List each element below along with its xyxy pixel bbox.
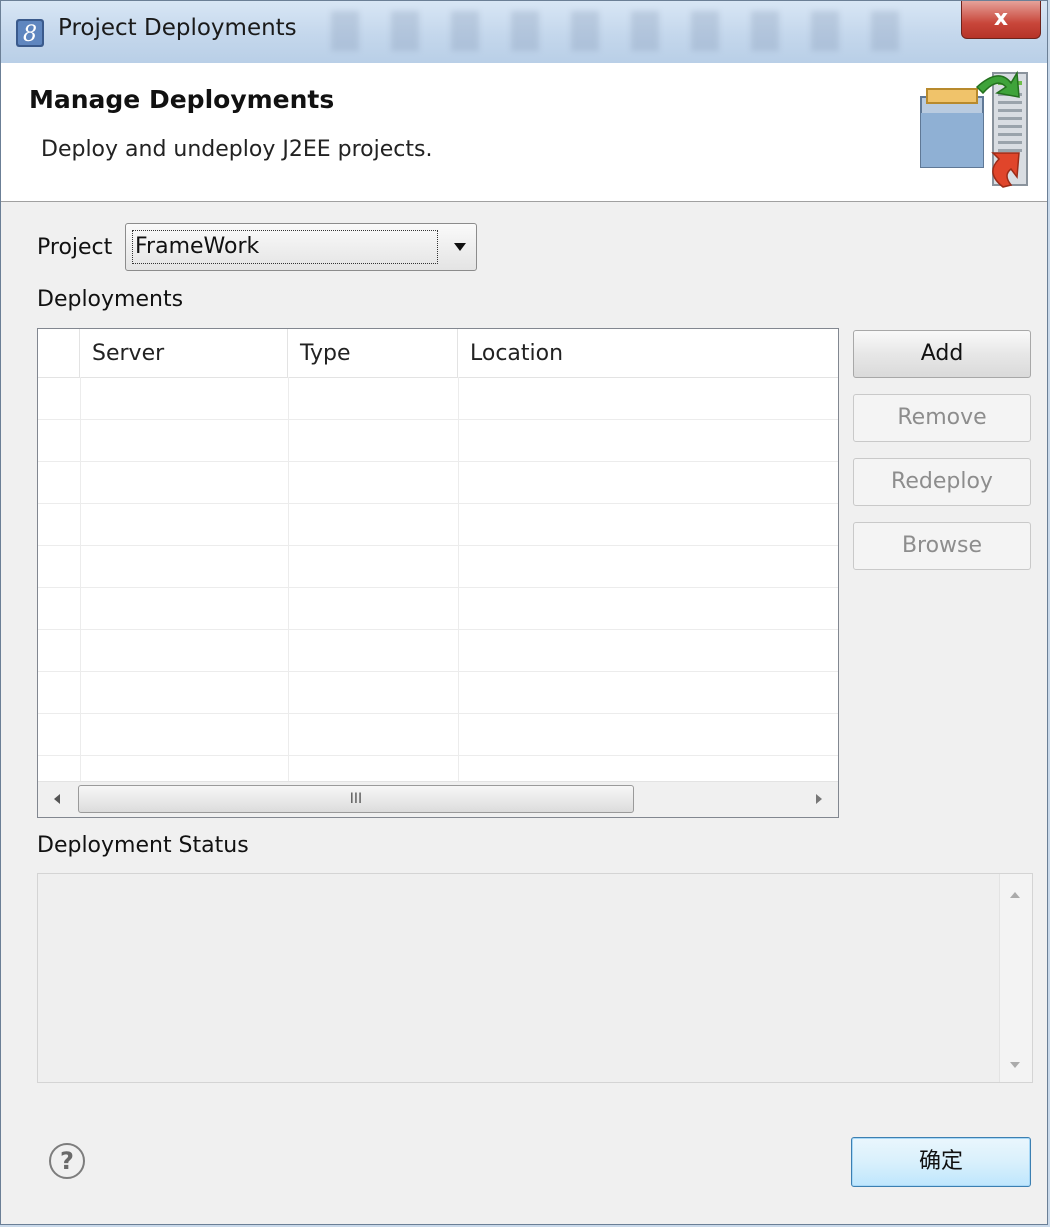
table-row[interactable] <box>38 713 838 756</box>
column-divider <box>458 377 459 781</box>
project-deployments-dialog: 8 Project Deployments x Manage Deploymen… <box>0 0 1048 1225</box>
svg-text:8: 8 <box>23 22 37 47</box>
browse-button[interactable]: Browse <box>853 522 1031 570</box>
scroll-down-icon[interactable] <box>1010 1062 1020 1068</box>
column-divider <box>288 377 289 781</box>
app-icon: 8 <box>16 19 44 47</box>
table-row[interactable] <box>38 587 838 630</box>
deploy-banner-icon <box>920 70 1028 188</box>
project-select-value: FrameWork <box>132 230 438 264</box>
column-header-type[interactable]: Type <box>288 329 458 377</box>
close-button[interactable]: x <box>961 1 1041 39</box>
help-icon[interactable]: ? <box>49 1143 85 1179</box>
window-title: Project Deployments <box>58 15 297 41</box>
scroll-left-icon[interactable] <box>54 794 60 804</box>
table-row[interactable] <box>38 671 838 714</box>
titlebar-background <box>331 11 931 51</box>
redeploy-button[interactable]: Redeploy <box>853 458 1031 506</box>
scroll-right-icon[interactable] <box>816 794 822 804</box>
column-divider <box>80 377 81 781</box>
close-icon: x <box>993 6 1009 31</box>
header-banner: Manage Deployments Deploy and undeploy J… <box>1 63 1047 202</box>
column-header-select[interactable] <box>38 329 80 377</box>
table-header: Server Type Location <box>38 329 838 378</box>
deployments-label: Deployments <box>37 287 184 312</box>
table-row[interactable] <box>38 419 838 462</box>
column-header-server[interactable]: Server <box>80 329 288 377</box>
ok-button[interactable]: 确定 <box>851 1137 1031 1187</box>
remove-button[interactable]: Remove <box>853 394 1031 442</box>
table-row[interactable] <box>38 503 838 546</box>
table-row[interactable] <box>38 377 838 420</box>
table-row[interactable] <box>38 629 838 672</box>
horizontal-scrollbar[interactable]: III <box>38 781 838 817</box>
scroll-up-icon[interactable] <box>1010 892 1020 898</box>
dropdown-arrow-icon[interactable] <box>454 243 466 251</box>
project-select[interactable]: FrameWork <box>125 223 477 271</box>
scrollbar-thumb[interactable]: III <box>78 785 634 813</box>
deployments-table[interactable]: Server Type Location III <box>37 328 839 818</box>
project-label: Project <box>37 235 113 260</box>
page-description: Deploy and undeploy J2EE projects. <box>41 137 433 162</box>
page-title: Manage Deployments <box>29 85 335 114</box>
table-row[interactable] <box>38 545 838 588</box>
vertical-scrollbar[interactable] <box>999 874 1032 1082</box>
deployment-status-label: Deployment Status <box>37 833 249 858</box>
add-button[interactable]: Add <box>853 330 1031 378</box>
column-header-location[interactable]: Location <box>458 329 838 377</box>
table-row[interactable] <box>38 755 838 781</box>
deployment-status-text[interactable] <box>37 873 1033 1083</box>
title-bar[interactable]: 8 Project Deployments x <box>1 1 1047 64</box>
table-row[interactable] <box>38 461 838 504</box>
